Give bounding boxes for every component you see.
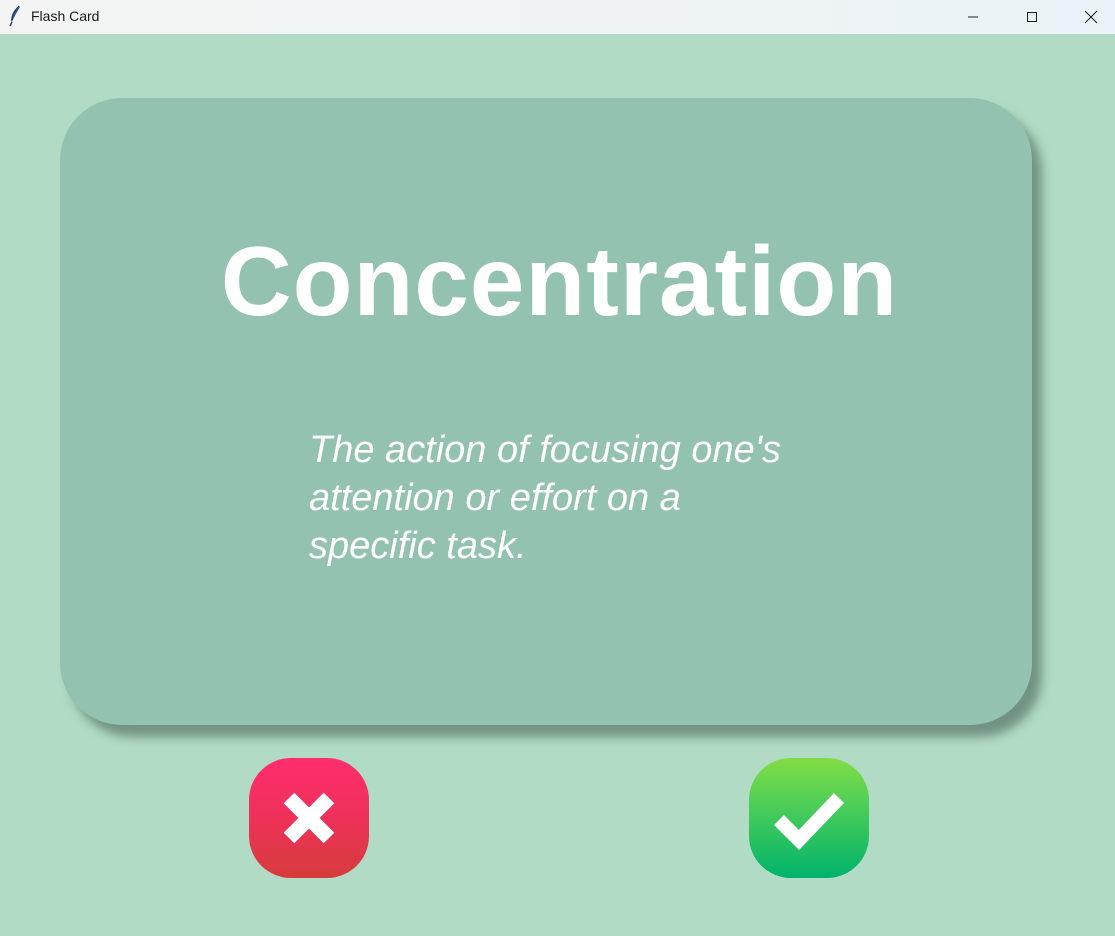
flash-card-window: Flash Card Concentration The action of f… xyxy=(0,0,1115,936)
close-button[interactable] xyxy=(1062,0,1115,34)
definition-line: The action of focusing one's xyxy=(309,429,781,471)
maximize-icon xyxy=(1026,11,1038,23)
wrong-button[interactable] xyxy=(249,758,369,878)
feather-icon xyxy=(8,5,22,27)
flash-card[interactable] xyxy=(60,98,1032,725)
minimize-button[interactable] xyxy=(944,0,1002,34)
definition-line: specific task. xyxy=(309,525,527,567)
title-bar: Flash Card xyxy=(0,0,1115,34)
minimize-icon xyxy=(967,11,979,23)
close-icon xyxy=(1084,10,1098,24)
window-title: Flash Card xyxy=(31,8,100,24)
card-definition: The action of focusing one's attention or… xyxy=(309,426,849,570)
maximize-button[interactable] xyxy=(1003,0,1061,34)
card-word: Concentration xyxy=(220,226,899,336)
definition-line: attention or effort on a xyxy=(309,477,681,519)
right-button[interactable] xyxy=(749,758,869,878)
